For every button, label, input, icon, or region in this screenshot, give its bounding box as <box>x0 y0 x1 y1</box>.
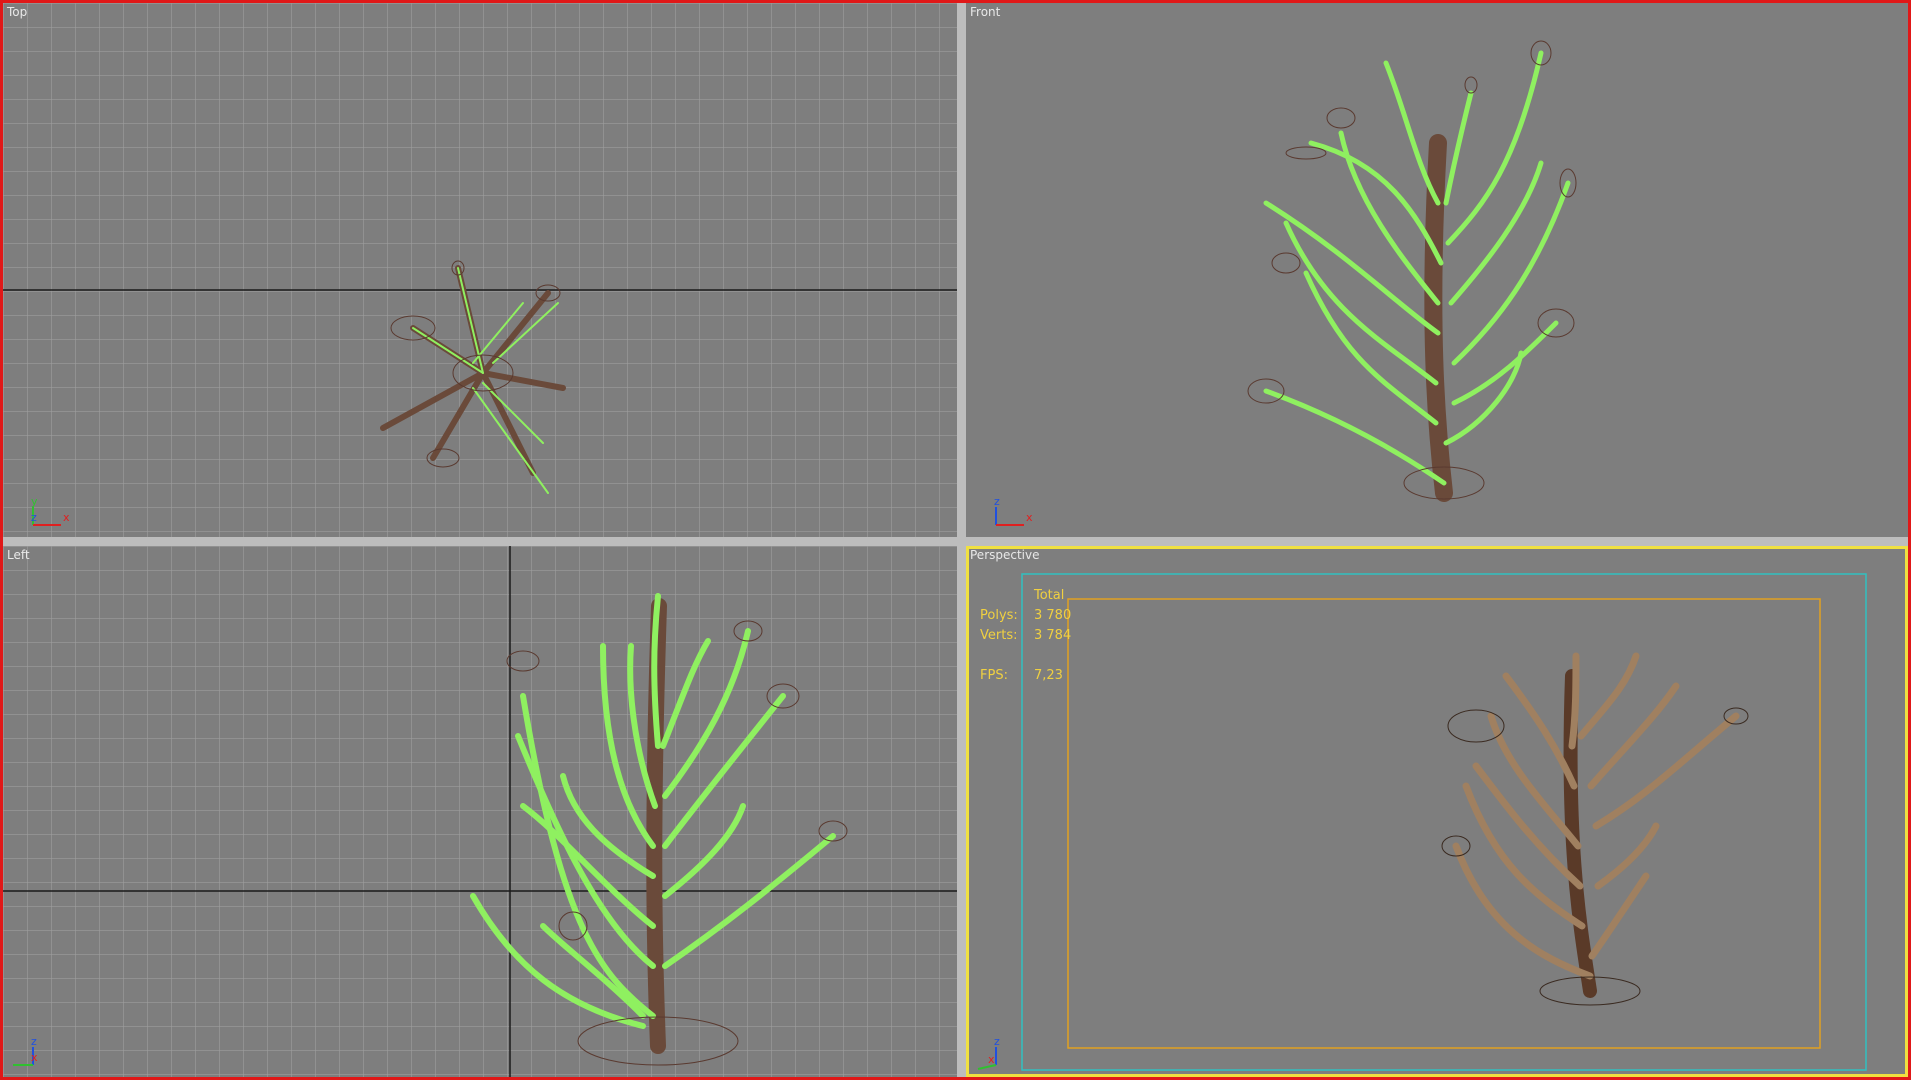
axis-label-z: z <box>31 511 37 524</box>
plant-model-perspective-view[interactable] <box>966 546 1908 1077</box>
axis-label-z: z <box>31 1035 37 1048</box>
axis-label-x: x <box>63 511 70 524</box>
axis-tripod-top: y x z <box>3 467 83 537</box>
axis-label-x: x <box>1026 511 1033 524</box>
axis-label-z: z <box>994 1035 1000 1048</box>
viewport-front[interactable]: Front z x <box>966 3 1908 537</box>
plant-model-front-view[interactable] <box>966 3 1908 537</box>
axis-tripod-left: z x <box>3 1007 83 1077</box>
viewport-perspective[interactable]: Perspective Total Polys: 3 780 Verts: 3 78… <box>966 546 1908 1077</box>
plant-model-left-view[interactable] <box>3 546 957 1077</box>
axis-label-z: z <box>994 495 1000 508</box>
axis-label-y: y <box>31 495 38 508</box>
viewport-top[interactable]: Top y x z <box>3 3 957 537</box>
viewport-divider-horizontal[interactable] <box>3 537 1908 546</box>
viewport-left[interactable]: Left z x <box>3 546 957 1077</box>
axis-label-x: x <box>31 1051 38 1064</box>
axis-tripod-perspective: z x <box>966 1007 1046 1077</box>
axis-tripod-front: z x <box>966 467 1046 537</box>
plant-model-top-view[interactable] <box>3 3 957 537</box>
axis-label-x: x <box>988 1053 995 1066</box>
